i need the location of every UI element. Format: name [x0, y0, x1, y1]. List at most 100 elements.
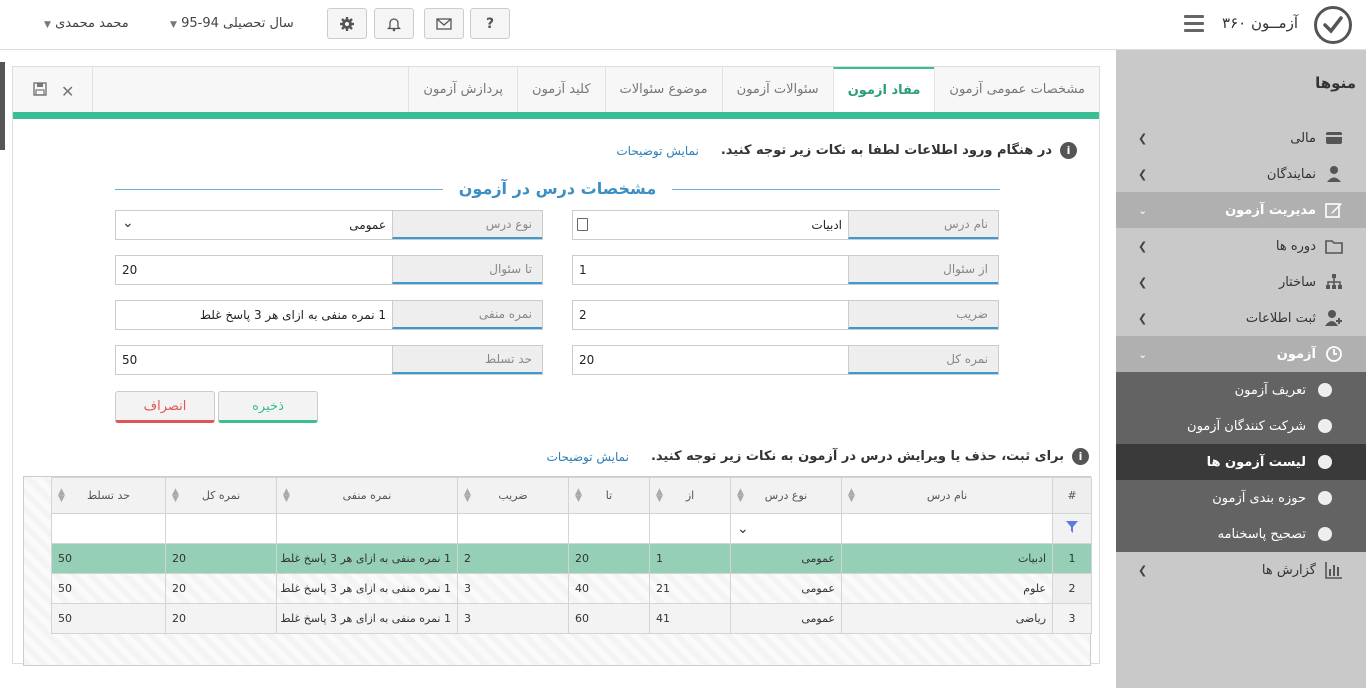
- table-row[interactable]: 1 ادبیات عمومی 1 20 2 1 نمره منفی به ازا…: [51, 543, 1092, 574]
- section-title-text: مشخصات درس در آزمون: [442, 179, 673, 198]
- filter-icon[interactable]: [1052, 513, 1092, 544]
- total-score-input[interactable]: 20: [573, 346, 848, 374]
- mail-button[interactable]: [424, 8, 464, 39]
- tab-exam-questions[interactable]: سئوالات آزمون: [721, 67, 833, 112]
- sidebar-item-data-entry[interactable]: ثبت اطلاعات ❯: [1116, 300, 1366, 336]
- to-question-input[interactable]: 20: [116, 256, 392, 284]
- mastery-level-field: حد تسلط 50: [115, 345, 543, 375]
- column-header[interactable]: تا ▲ ▼: [568, 477, 650, 514]
- sidebar-item-exam[interactable]: آزمون ⌄: [1116, 336, 1366, 372]
- lookup-book-icon[interactable]: [577, 218, 588, 231]
- sidebar-subitem-exam-list[interactable]: لیست آزمون ها: [1116, 444, 1366, 480]
- sidebar-item-agents[interactable]: نمایندگان ❯: [1116, 156, 1366, 192]
- column-header: #: [1052, 477, 1092, 514]
- sidebar-item-reports[interactable]: گزارش ها ❯: [1116, 552, 1366, 588]
- negative-score-input[interactable]: 1 نمره منفی به ازای هر 3 پاسخ غلط: [116, 301, 392, 329]
- filter-input[interactable]: [568, 513, 650, 544]
- total-score-field: نمره کل 20: [572, 345, 999, 375]
- sort-icon[interactable]: ▲ ▼: [464, 488, 471, 504]
- close-icon[interactable]: ✕: [61, 82, 74, 101]
- scroll-marker: [0, 62, 5, 150]
- chevron-left-icon: ❯: [1138, 275, 1148, 289]
- tab-exam-processing[interactable]: پردازش آزمون: [408, 67, 517, 112]
- tab-question-topics[interactable]: موضوع سئوالات: [604, 67, 722, 112]
- filter-input[interactable]: [276, 513, 458, 544]
- sort-icon[interactable]: ▲ ▼: [737, 488, 744, 504]
- settings-button[interactable]: [327, 8, 367, 39]
- notifications-button[interactable]: [374, 8, 414, 39]
- chevron-left-icon: ❯: [1138, 239, 1148, 253]
- sort-icon[interactable]: ▲ ▼: [575, 488, 582, 504]
- chevron-down-icon: ▼: [170, 20, 177, 30]
- lessons-table: # نام درس ▲ ▼ نوع درس ▲ ▼ از ▲ ▼ تا ▲ ▼ ضریب ▲ ▼ ن…: [51, 477, 1092, 634]
- sidebar-subitem-define-exam[interactable]: تعریف آزمون: [1116, 372, 1366, 408]
- circle-icon: [1318, 527, 1332, 541]
- help-button[interactable]: ?: [470, 8, 510, 39]
- sidebar-item-label: گزارش ها: [1261, 562, 1316, 578]
- from-question-input[interactable]: 1: [573, 256, 848, 284]
- sidebar-subitem-label: حوزه بندی آزمون: [1212, 490, 1306, 506]
- info-icon: i: [1072, 448, 1089, 465]
- to-question-field: تا سئوال 20: [115, 255, 543, 285]
- save-button[interactable]: ذخیره: [218, 391, 318, 423]
- save-icon[interactable]: [33, 82, 47, 100]
- tab-general-specs[interactable]: مشخصات عمومی آزمون: [934, 67, 1099, 112]
- sidebar-subitem-zoning[interactable]: حوزه بندی آزمون: [1116, 480, 1366, 516]
- mastery-level-input[interactable]: 50: [116, 346, 392, 374]
- sort-icon[interactable]: ▲ ▼: [58, 488, 65, 504]
- column-header[interactable]: از ▲ ▼: [649, 477, 731, 514]
- show-description-link[interactable]: نمایش توضیحات: [616, 144, 698, 158]
- tab-exam-key[interactable]: کلید آزمون: [517, 67, 605, 112]
- academic-year-select[interactable]: سال تحصیلی 94-95 ▼: [170, 16, 294, 31]
- help-label: ?: [485, 15, 495, 32]
- sidebar-item-exam-management[interactable]: مدیریت آزمون ⌄: [1116, 192, 1366, 228]
- filter-input[interactable]: [165, 513, 277, 544]
- user-name: محمد محمدی: [55, 16, 129, 31]
- lesson-type-label: نوع درس: [392, 211, 542, 239]
- clock-icon: [1324, 344, 1344, 364]
- coefficient-input[interactable]: 2: [573, 301, 848, 329]
- column-header[interactable]: ضریب ▲ ▼: [457, 477, 569, 514]
- sidebar-item-finance[interactable]: مالی ❯: [1116, 120, 1366, 156]
- chevron-down-icon[interactable]: ⌄: [122, 215, 134, 231]
- sort-icon[interactable]: ▲ ▼: [848, 488, 855, 504]
- menu-toggle-icon[interactable]: [1184, 15, 1204, 33]
- info-notice-2: i برای ثبت، حذف یا ویرایش درس در آزمون ب…: [547, 448, 1089, 465]
- sort-icon[interactable]: ▲ ▼: [656, 488, 663, 504]
- column-header[interactable]: نمره کل ▲ ▼: [165, 477, 277, 514]
- chevron-left-icon: ❯: [1138, 167, 1148, 181]
- circle-icon: [1318, 491, 1332, 505]
- filter-input[interactable]: [841, 513, 1053, 544]
- show-description-link-2[interactable]: نمایش توضیحات: [547, 450, 629, 464]
- sidebar-item-structure[interactable]: ساختار ❯: [1116, 264, 1366, 300]
- sidebar-subitem-participants[interactable]: شرکت کنندگان آزمون: [1116, 408, 1366, 444]
- cancel-button[interactable]: انصراف: [115, 391, 215, 423]
- chevron-down-icon: ⌄: [1138, 347, 1148, 361]
- sort-icon[interactable]: ▲ ▼: [172, 488, 179, 504]
- bar-chart-icon: [1324, 560, 1344, 580]
- chevron-down-icon: ⌄: [1138, 203, 1148, 217]
- table-row[interactable]: 2 علوم عمومی 21 40 3 1 نمره منفی به ازای…: [51, 573, 1092, 604]
- circle-icon: [1318, 383, 1332, 397]
- filter-input[interactable]: [51, 513, 166, 544]
- user-menu[interactable]: محمد محمدی ▼: [44, 16, 129, 31]
- app-title: آزمــون ۳۶۰: [1222, 14, 1298, 32]
- column-header[interactable]: نمره منفی ▲ ▼: [276, 477, 458, 514]
- lesson-name-input[interactable]: ادبیات: [573, 211, 848, 239]
- column-header[interactable]: نوع درس ▲ ▼: [730, 477, 842, 514]
- column-header[interactable]: حد تسلط ▲ ▼: [51, 477, 166, 514]
- sidebar-item-courses[interactable]: دوره ها ❯: [1116, 228, 1366, 264]
- folder-icon: [1324, 236, 1344, 256]
- lesson-type-select[interactable]: عمومی: [116, 211, 392, 239]
- chevron-down-icon: ▼: [44, 20, 51, 30]
- filter-input[interactable]: [649, 513, 731, 544]
- tab-exam-contents[interactable]: مفاد ازمون: [832, 67, 935, 112]
- top-bar: آزمــون ۳۶۰ ? سال تحصیلی 94-95 ▼ محمد مح…: [0, 0, 1366, 50]
- sidebar-subitem-grading[interactable]: تصحیح پاسخنامه: [1116, 516, 1366, 552]
- filter-select[interactable]: ⌄: [730, 513, 842, 544]
- filter-input[interactable]: [457, 513, 569, 544]
- table-row[interactable]: 3 ریاضی عمومی 41 60 3 1 نمره منفی به ازا…: [51, 603, 1092, 634]
- column-header[interactable]: نام درس ▲ ▼: [841, 477, 1053, 514]
- tab-actions: ✕: [13, 67, 93, 112]
- sort-icon[interactable]: ▲ ▼: [283, 488, 290, 504]
